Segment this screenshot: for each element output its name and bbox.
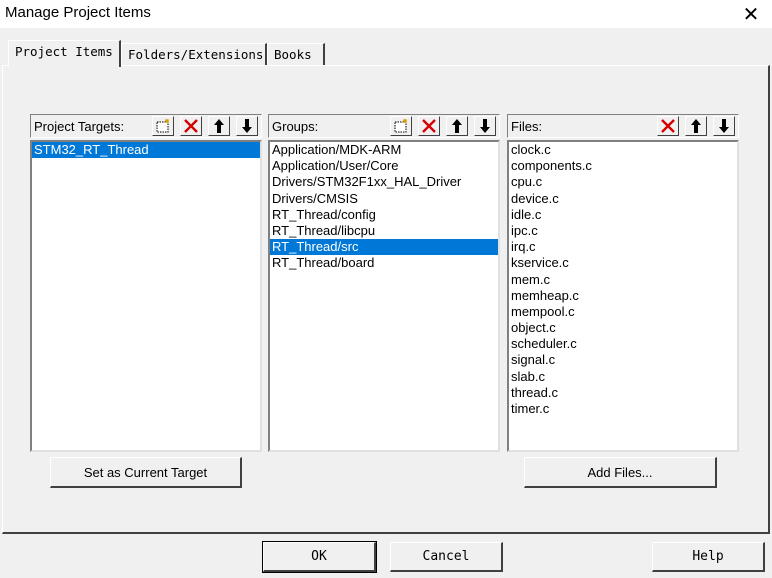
targets-header-label: Project Targets: [34, 119, 125, 134]
new-item-icon [394, 119, 407, 133]
title-bar: Manage Project Items ✕ [0, 0, 772, 28]
file-item[interactable]: idle.c [509, 207, 737, 223]
file-item[interactable]: device.c [509, 191, 737, 207]
file-item[interactable]: kservice.c [509, 255, 737, 271]
tab-label: Folders/Extensions [128, 47, 264, 62]
file-item[interactable]: mem.c [509, 272, 737, 288]
move-group-down-button[interactable] [474, 116, 496, 136]
move-target-down-button[interactable] [236, 116, 258, 136]
set-current-target-button[interactable]: Set as Current Target [50, 457, 242, 488]
tab-label: Books [274, 47, 312, 62]
cancel-button[interactable]: Cancel [390, 542, 503, 572]
file-item[interactable]: signal.c [509, 352, 737, 368]
delete-icon [661, 119, 675, 133]
move-down-icon [242, 119, 252, 133]
file-item[interactable]: ipc.c [509, 223, 737, 239]
groups-header: Groups: [268, 114, 500, 138]
group-item[interactable]: Application/User/Core [270, 158, 498, 174]
group-item[interactable]: RT_Thread/src [270, 239, 498, 256]
move-up-icon [691, 119, 701, 133]
files-header: Files: [507, 114, 739, 138]
groups-header-label: Groups: [272, 119, 319, 134]
file-item[interactable]: cpu.c [509, 174, 737, 190]
file-item[interactable]: clock.c [509, 142, 737, 158]
group-item[interactable]: RT_Thread/libcpu [270, 223, 498, 239]
ok-label: OK [311, 549, 327, 564]
delete-target-button[interactable] [180, 116, 202, 136]
help-button[interactable]: Help [652, 542, 765, 572]
file-item[interactable]: components.c [509, 158, 737, 174]
help-label: Help [692, 549, 724, 564]
tab-folders-extensions[interactable]: Folders/Extensions [121, 43, 267, 65]
group-item[interactable]: Application/MDK-ARM [270, 142, 498, 158]
groups-list[interactable]: Application/MDK-ARM Application/User/Core… [268, 140, 500, 452]
group-item[interactable]: Drivers/STM32F1xx_HAL_Driver [270, 174, 498, 190]
move-up-icon [452, 119, 462, 133]
file-item[interactable]: object.c [509, 320, 737, 336]
file-item[interactable]: irq.c [509, 239, 737, 255]
tab-label: Project Items [15, 44, 113, 59]
cancel-label: Cancel [422, 549, 470, 564]
tab-books[interactable]: Books [267, 43, 325, 65]
group-item[interactable]: RT_Thread/config [270, 207, 498, 223]
new-target-button[interactable] [152, 116, 174, 136]
move-group-up-button[interactable] [446, 116, 468, 136]
tab-project-items[interactable]: Project Items [8, 40, 121, 67]
delete-group-button[interactable] [418, 116, 440, 136]
targets-list[interactable]: STM32_RT_Thread [30, 140, 262, 452]
new-item-icon [156, 119, 169, 133]
set-current-target-label: Set as Current Target [83, 464, 208, 480]
move-down-icon [719, 119, 729, 133]
window-title: Manage Project Items [5, 4, 151, 21]
move-down-icon [480, 119, 490, 133]
file-item[interactable]: scheduler.c [509, 336, 737, 352]
files-header-label: Files: [511, 119, 543, 134]
delete-icon [184, 119, 198, 133]
new-group-button[interactable] [390, 116, 412, 136]
ok-button[interactable]: OK [262, 541, 377, 573]
close-icon[interactable]: ✕ [740, 3, 762, 25]
file-item[interactable]: mempool.c [509, 304, 737, 320]
target-item[interactable]: STM32_RT_Thread [32, 142, 260, 159]
move-up-icon [214, 119, 224, 133]
file-item[interactable]: timer.c [509, 401, 737, 417]
file-item[interactable]: slab.c [509, 369, 737, 385]
move-target-up-button[interactable] [208, 116, 230, 136]
delete-icon [422, 119, 436, 133]
move-file-down-button[interactable] [713, 116, 735, 136]
group-item[interactable]: Drivers/CMSIS [270, 191, 498, 207]
files-list[interactable]: clock.c components.c cpu.c device.c idle.c ip… [507, 140, 739, 452]
move-file-up-button[interactable] [685, 116, 707, 136]
add-files-button[interactable]: Add Files... [524, 457, 717, 488]
group-item[interactable]: RT_Thread/board [270, 255, 498, 271]
file-item[interactable]: thread.c [509, 385, 737, 401]
file-item[interactable]: memheap.c [509, 288, 737, 304]
targets-header: Project Targets: [30, 114, 262, 138]
add-files-label: Add Files... [587, 464, 653, 480]
delete-file-button[interactable] [657, 116, 679, 136]
